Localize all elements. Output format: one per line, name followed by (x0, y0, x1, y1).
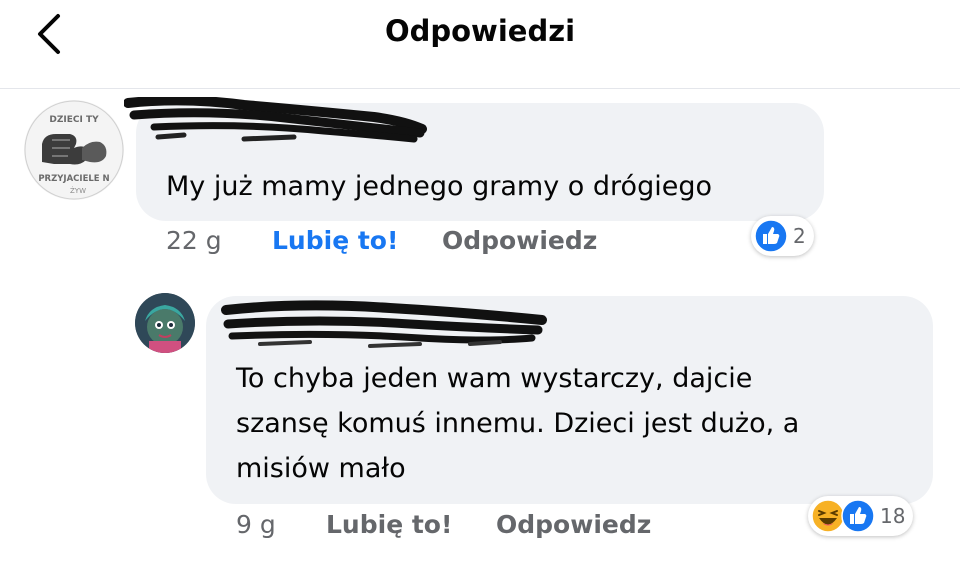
haha-icon (811, 499, 845, 533)
comment-text: My już mamy jednego gramy o drógiego (166, 171, 712, 202)
reaction-summary[interactable]: 2 (751, 216, 814, 256)
comment-bubble[interactable]: To chyba jeden wam wystarczy, dajcie sza… (206, 296, 933, 504)
reply-button[interactable]: Odpowiedz (442, 226, 597, 255)
page-title: Odpowiedzi (384, 14, 576, 48)
avatar[interactable]: DZIECI TY PRZYJACIELE N ŻYW (24, 100, 124, 200)
comment-text: To chyba jeden wam wystarczy, dajcie sza… (236, 363, 800, 484)
fist-bump-avatar: DZIECI TY PRZYJACIELE N ŻYW (24, 100, 124, 200)
avatar-text-top: DZIECI TY (49, 115, 99, 125)
like-icon (754, 219, 788, 253)
redacted-author-scribble (124, 97, 427, 143)
reaction-summary[interactable]: 18 (808, 496, 914, 536)
reaction-count: 18 (880, 504, 906, 528)
reply-button[interactable]: Odpowiedz (496, 510, 651, 539)
header-bar: Odpowiedzi (0, 0, 960, 89)
reaction-count: 2 (793, 224, 806, 248)
comment-timestamp: 9 g (236, 510, 276, 539)
comment-timestamp: 22 g (166, 226, 222, 255)
avatar-text-bottom: PRZYJACIELE N (38, 174, 109, 184)
redacted-author-scribble (221, 300, 547, 348)
avatar[interactable] (135, 293, 195, 353)
like-button[interactable]: Lubię to! (326, 510, 452, 539)
avatar-text-small: ŻYW (70, 186, 86, 195)
like-icon (841, 499, 875, 533)
comment-bubble[interactable]: My już mamy jednego gramy o drógiego (124, 97, 824, 221)
cartoon-character-avatar (135, 293, 195, 353)
like-button[interactable]: Lubię to! (272, 226, 398, 255)
